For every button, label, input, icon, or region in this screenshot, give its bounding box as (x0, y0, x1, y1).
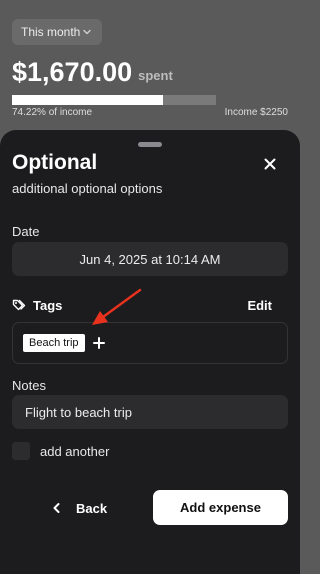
add-tag-button[interactable] (91, 335, 107, 351)
date-value: Jun 4, 2025 at 10:14 AM (79, 251, 221, 267)
period-dropdown[interactable]: This month (12, 19, 102, 45)
back-button[interactable]: Back (50, 498, 107, 518)
period-value: This month (21, 25, 81, 39)
summary-header: This month $1,670.00 spent 74.22% of inc… (0, 0, 300, 130)
optional-sheet: Optional additional optional options Dat… (0, 130, 300, 574)
income-total: Income $2250 (224, 107, 288, 118)
tag-chip[interactable]: Beach trip (23, 334, 85, 352)
back-label: Back (76, 500, 108, 516)
notes-value: Flight to beach trip (25, 404, 132, 420)
chevron-down-icon (83, 29, 91, 35)
income-progress-bar (12, 95, 216, 105)
tag-icon (12, 299, 26, 311)
add-expense-label: Add expense (180, 500, 261, 515)
add-another-label: add another (40, 443, 110, 459)
edit-tags-button[interactable]: Edit (247, 298, 272, 313)
close-icon (264, 158, 276, 170)
tags-container: Beach trip (12, 322, 288, 364)
spent-summary: $1,670.00 spent (12, 56, 173, 88)
date-picker-field[interactable]: Jun 4, 2025 at 10:14 AM (12, 242, 288, 276)
sheet-title: Optional (12, 151, 98, 174)
notes-label: Notes (12, 378, 46, 393)
sheet-drag-handle[interactable] (138, 142, 162, 147)
close-button[interactable] (260, 154, 280, 174)
add-another-checkbox[interactable] (12, 442, 30, 460)
spent-amount: $1,670.00 (12, 57, 133, 87)
notes-input[interactable]: Flight to beach trip (12, 395, 288, 429)
chevron-left-icon (53, 503, 60, 513)
percent-of-income: 74.22% of income (12, 107, 93, 118)
spent-label: spent (138, 68, 173, 83)
tags-label: Tags (33, 297, 63, 313)
plus-icon (92, 337, 105, 349)
income-progress-fill (12, 95, 164, 105)
date-label: Date (12, 224, 40, 239)
sheet-subtitle: additional optional options (12, 181, 163, 196)
add-expense-button[interactable]: Add expense (153, 490, 288, 525)
tags-header: Tags Edit (12, 295, 288, 315)
add-another-row[interactable]: add another (12, 442, 109, 460)
